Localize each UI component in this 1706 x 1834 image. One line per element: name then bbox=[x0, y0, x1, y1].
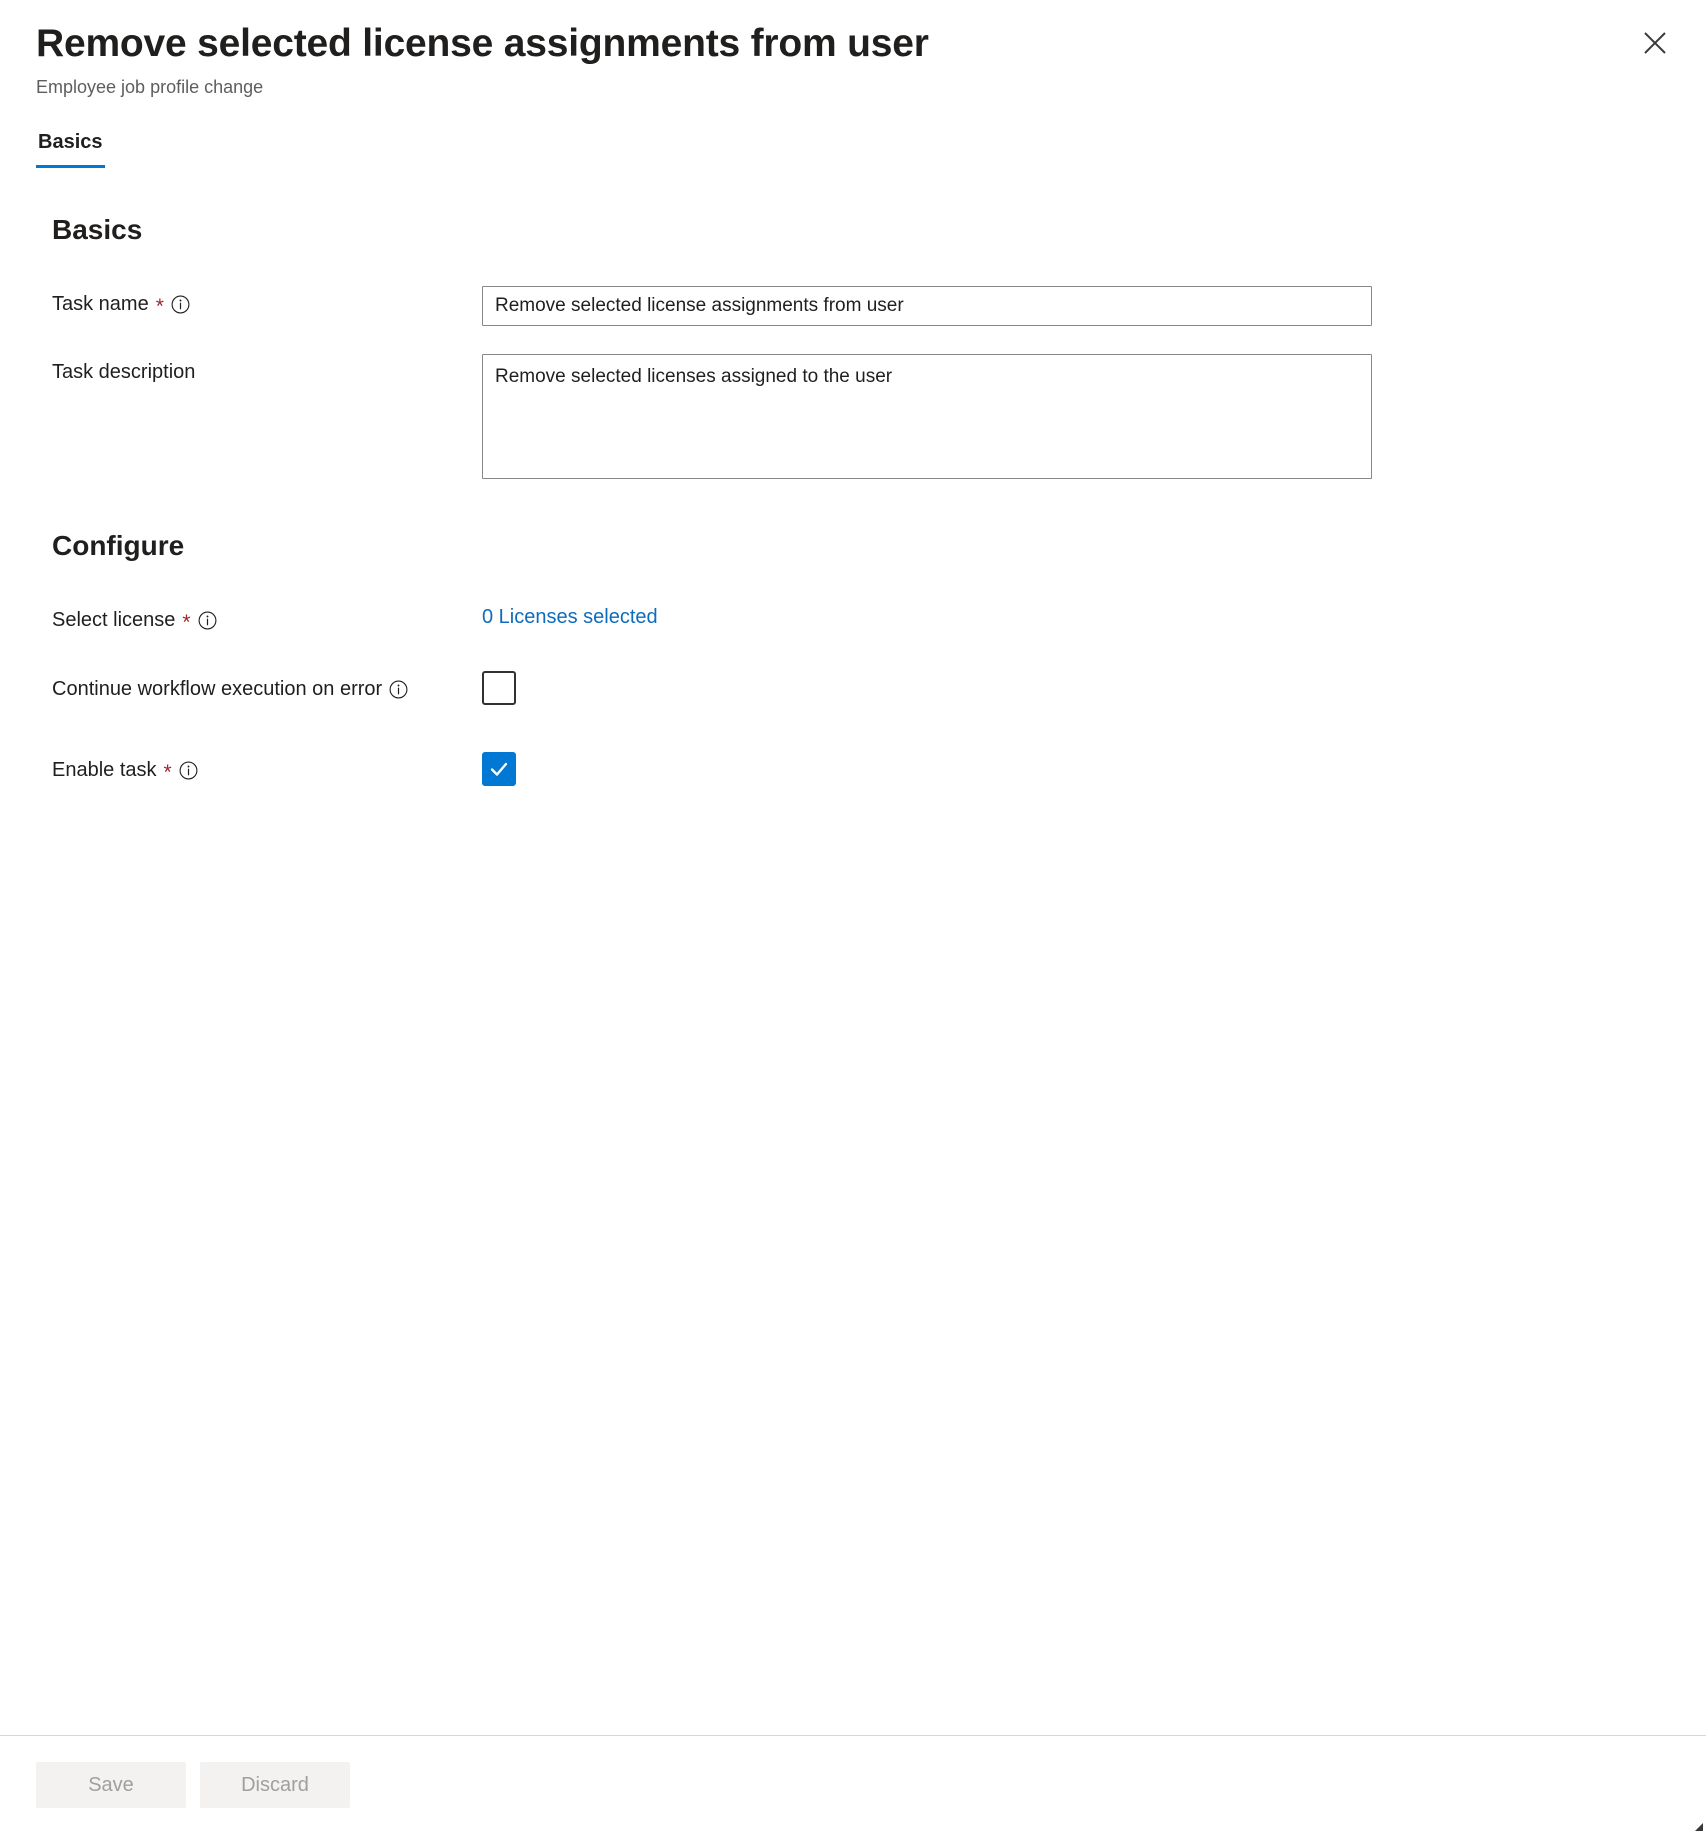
label-continue-on-error-text: Continue workflow execution on error bbox=[52, 678, 383, 701]
field-row-enable-task: Enable task * bbox=[36, 752, 1670, 787]
page-subtitle: Employee job profile change bbox=[36, 76, 264, 97]
close-button[interactable] bbox=[1628, 16, 1682, 70]
control-task-name bbox=[482, 286, 1670, 327]
field-row-select-license: Select license * 0 Licenses selected bbox=[36, 602, 1670, 633]
task-description-textarea[interactable] bbox=[482, 354, 1372, 480]
label-select-license-text: Select license bbox=[52, 609, 176, 632]
label-task-description-text: Task description bbox=[52, 361, 196, 384]
page-title: Remove selected license assignments from… bbox=[36, 22, 929, 65]
blade-header: Remove selected license assignments from… bbox=[0, 0, 1706, 99]
label-continue-on-error: Continue workflow execution on error bbox=[52, 671, 482, 702]
control-task-description bbox=[482, 354, 1670, 484]
blade-panel: Remove selected license assignments from… bbox=[0, 0, 1706, 1834]
resize-grip[interactable] bbox=[1690, 1818, 1704, 1832]
label-task-name-text: Task name bbox=[52, 293, 149, 316]
field-row-continue-on-error: Continue workflow execution on error bbox=[36, 671, 1670, 710]
tabstrip: Basics bbox=[0, 131, 1706, 169]
control-continue-on-error bbox=[482, 671, 1670, 710]
info-icon[interactable] bbox=[389, 680, 408, 699]
blade-footer: Save Discard bbox=[0, 1735, 1706, 1834]
info-icon[interactable] bbox=[198, 611, 217, 630]
save-button[interactable]: Save bbox=[36, 1762, 186, 1808]
checkmark-icon bbox=[490, 762, 508, 776]
section-heading-basics: Basics bbox=[52, 214, 143, 246]
enable-task-checkbox[interactable] bbox=[482, 752, 516, 787]
licenses-selected-link[interactable]: 0 Licenses selected bbox=[482, 602, 658, 632]
label-enable-task-text: Enable task bbox=[52, 759, 157, 782]
label-enable-task: Enable task * bbox=[52, 752, 482, 783]
continue-on-error-checkbox[interactable] bbox=[482, 671, 516, 706]
task-name-input[interactable] bbox=[482, 286, 1372, 327]
blade-body: Basics Task name * Task description bbox=[0, 168, 1706, 1735]
required-marker: * bbox=[182, 610, 191, 634]
resize-grip-icon bbox=[1695, 1823, 1703, 1831]
required-marker: * bbox=[155, 294, 164, 318]
label-task-description: Task description bbox=[52, 354, 482, 385]
required-marker: * bbox=[163, 760, 172, 784]
control-select-license: 0 Licenses selected bbox=[482, 602, 1670, 632]
section-heading-configure: Configure bbox=[52, 530, 185, 562]
close-icon bbox=[1642, 30, 1668, 56]
info-icon[interactable] bbox=[171, 295, 190, 314]
field-row-task-description: Task description bbox=[36, 354, 1670, 484]
discard-button[interactable]: Discard bbox=[200, 1762, 350, 1808]
field-row-task-name: Task name * bbox=[36, 286, 1670, 327]
control-enable-task bbox=[482, 752, 1670, 787]
label-select-license: Select license * bbox=[52, 602, 482, 633]
tab-basics[interactable]: Basics bbox=[36, 131, 105, 169]
label-task-name: Task name * bbox=[52, 286, 482, 317]
info-icon[interactable] bbox=[179, 761, 198, 780]
